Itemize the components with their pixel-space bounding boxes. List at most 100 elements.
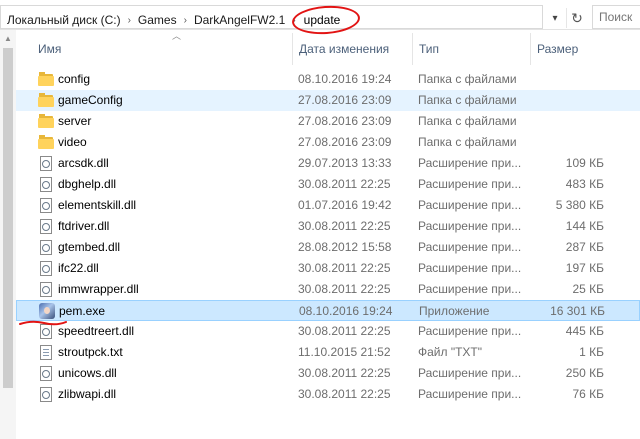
file-row[interactable]: speedtreert.dll 30.08.2011 22:25 Расшире… — [16, 321, 640, 342]
breadcrumb-current[interactable]: update — [290, 3, 361, 37]
file-name: pem.exe — [59, 304, 106, 318]
file-type: Папка с файлами — [418, 114, 517, 128]
file-row[interactable]: arcsdk.dll 29.07.2013 13:33 Расширение п… — [16, 153, 640, 174]
file-date: 08.10.2016 19:24 — [298, 72, 392, 86]
breadcrumb-games[interactable]: Games — [136, 13, 179, 27]
dll-file-icon — [40, 387, 52, 402]
file-list: config 08.10.2016 19:24 Папка с файлами … — [16, 69, 640, 405]
file-size — [536, 90, 604, 111]
dll-file-icon — [40, 156, 52, 171]
file-row[interactable]: immwrapper.dll 30.08.2011 22:25 Расширен… — [16, 279, 640, 300]
file-row-selected[interactable]: pem.exe 08.10.2016 19:24 Приложение 16 3… — [16, 300, 640, 321]
column-name-label: Имя — [38, 42, 62, 56]
file-size: 109 КБ — [565, 156, 604, 170]
dll-file-icon — [40, 177, 52, 192]
file-row[interactable]: stroutpck.txt 11.10.2015 21:52 Файл "TXT… — [16, 342, 640, 363]
folder-icon — [38, 92, 54, 108]
refresh-icon[interactable]: ↻ — [566, 8, 587, 28]
file-row[interactable]: gameConfig 27.08.2016 23:09 Папка с файл… — [16, 90, 640, 111]
file-size: 197 КБ — [565, 261, 604, 275]
column-header-type[interactable]: Тип — [412, 33, 530, 65]
file-row[interactable]: zlibwapi.dll 30.08.2011 22:25 Расширение… — [16, 384, 640, 405]
file-type: Расширение при... — [418, 261, 522, 275]
dll-file-icon — [40, 261, 52, 276]
file-name: unicows.dll — [58, 366, 117, 380]
breadcrumb-current-label: update — [303, 13, 341, 27]
file-size — [536, 69, 604, 90]
file-name: config — [58, 72, 91, 86]
file-date: 08.10.2016 19:24 — [299, 304, 393, 318]
file-size: 250 КБ — [565, 366, 604, 380]
file-date: 30.08.2011 22:25 — [298, 387, 391, 401]
file-type: Расширение при... — [418, 282, 522, 296]
address-field[interactable]: Локальный диск (C:) › Games › DarkAngelF… — [0, 3, 543, 37]
address-bar: Локальный диск (C:) › Games › DarkAngelF… — [0, 0, 640, 37]
folder-icon — [38, 113, 54, 129]
file-name: arcsdk.dll — [58, 156, 109, 170]
dll-file-icon — [40, 240, 52, 255]
file-size: 25 КБ — [572, 282, 604, 296]
file-row[interactable]: config 08.10.2016 19:24 Папка с файлами — [16, 69, 640, 90]
dll-file-icon — [40, 198, 52, 213]
file-type: Папка с файлами — [418, 72, 517, 86]
file-row[interactable]: dbghelp.dll 30.08.2011 22:25 Расширение … — [16, 174, 640, 195]
file-name: stroutpck.txt — [58, 345, 123, 359]
file-row[interactable]: unicows.dll 30.08.2011 22:25 Расширение … — [16, 363, 640, 384]
breadcrumb-separator-icon[interactable]: › — [123, 15, 136, 26]
breadcrumb-separator-icon[interactable]: › — [179, 15, 192, 26]
file-date: 30.08.2011 22:25 — [298, 324, 391, 338]
file-size: 16 301 КБ — [550, 304, 605, 318]
file-type: Папка с файлами — [418, 135, 517, 149]
file-date: 27.08.2016 23:09 — [298, 93, 392, 107]
file-name: ifc22.dll — [58, 261, 99, 275]
breadcrumb-darkangel[interactable]: DarkAngelFW2.1 — [192, 13, 287, 27]
file-name: immwrapper.dll — [58, 282, 139, 296]
breadcrumb-local-disk[interactable]: Локальный диск (C:) — [5, 13, 123, 27]
file-size: 483 КБ — [565, 177, 604, 191]
file-type: Файл "TXT" — [418, 345, 483, 359]
file-type: Расширение при... — [418, 177, 522, 191]
column-header-name[interactable]: Имя ︿ — [32, 31, 292, 65]
file-name: elementskill.dll — [58, 198, 137, 212]
dll-file-icon — [40, 366, 52, 381]
folder-icon — [38, 71, 54, 87]
file-row[interactable]: video 27.08.2016 23:09 Папка с файлами — [16, 132, 640, 153]
file-date: 01.07.2016 19:42 — [298, 198, 392, 212]
chevron-down-icon[interactable]: ▾ — [546, 8, 564, 28]
breadcrumb-separator-icon[interactable]: › — [287, 15, 300, 26]
file-name: ftdriver.dll — [58, 219, 110, 233]
column-header: Имя ︿ Дата изменения Тип Размер — [16, 31, 640, 65]
file-name: gtembed.dll — [58, 240, 121, 254]
file-type: Расширение при... — [418, 156, 522, 170]
file-date: 30.08.2011 22:25 — [298, 219, 391, 233]
file-row[interactable]: ifc22.dll 30.08.2011 22:25 Расширение пр… — [16, 258, 640, 279]
file-row[interactable]: gtembed.dll 28.08.2012 15:58 Расширение … — [16, 237, 640, 258]
file-name: speedtreert.dll — [58, 324, 135, 338]
column-date-label: Дата изменения — [299, 42, 390, 56]
file-row[interactable]: elementskill.dll 01.07.2016 19:42 Расшир… — [16, 195, 640, 216]
file-row[interactable]: server 27.08.2016 23:09 Папка с файлами — [16, 111, 640, 132]
file-size: 76 КБ — [572, 387, 604, 401]
file-date: 29.07.2013 13:33 — [298, 156, 392, 170]
scrollbar-thumb[interactable] — [3, 48, 13, 388]
column-header-date[interactable]: Дата изменения — [292, 33, 412, 65]
file-date: 27.08.2016 23:09 — [298, 135, 392, 149]
file-date: 11.10.2015 21:52 — [298, 345, 391, 359]
file-date: 30.08.2011 22:25 — [298, 177, 391, 191]
txt-file-icon — [40, 345, 52, 360]
file-date: 27.08.2016 23:09 — [298, 114, 392, 128]
file-type: Расширение при... — [418, 366, 522, 380]
file-row[interactable]: ftdriver.dll 30.08.2011 22:25 Расширение… — [16, 216, 640, 237]
file-type: Расширение при... — [418, 219, 522, 233]
file-name: zlibwapi.dll — [58, 387, 117, 401]
file-type: Расширение при... — [418, 198, 522, 212]
search-input[interactable] — [599, 10, 640, 24]
file-size: 5 380 КБ — [555, 198, 604, 212]
search-box[interactable] — [592, 5, 640, 29]
file-date: 30.08.2011 22:25 — [298, 366, 391, 380]
scroll-up-arrow-icon[interactable]: ▲ — [4, 34, 12, 43]
file-type: Расширение при... — [418, 324, 522, 338]
file-type: Расширение при... — [418, 240, 522, 254]
column-header-size[interactable]: Размер — [530, 33, 640, 65]
file-date: 28.08.2012 15:58 — [298, 240, 392, 254]
